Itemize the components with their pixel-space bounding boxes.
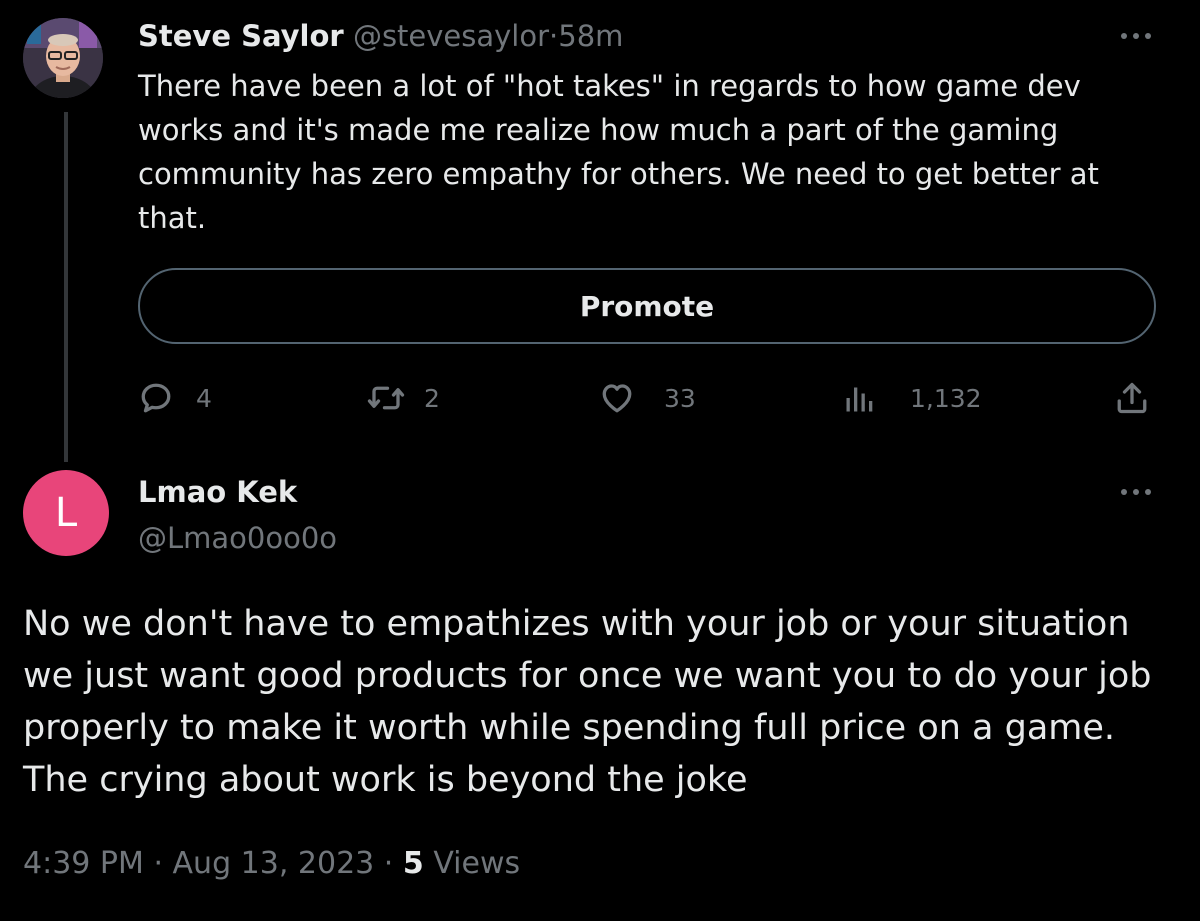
more-options-button[interactable] [1116,22,1156,50]
thread-connector-line [64,112,68,462]
like-count: 33 [664,383,696,413]
like-button[interactable]: 33 [598,376,696,420]
author-name[interactable]: Steve Saylor [138,19,344,53]
reply-button[interactable]: 4 [138,376,212,420]
share-icon [1117,382,1147,414]
tweet-body: There have been a lot of "hot takes" in … [138,69,1099,235]
retweet-button[interactable]: 2 [366,376,440,420]
more-horizontal-icon [1121,33,1151,39]
reply-views-label: Views [433,846,521,881]
reply-author-handle[interactable]: @Lmao0oo0o [138,518,337,558]
heart-icon [602,384,632,413]
tweet-header: Steve Saylor @stevesaylor·58m [138,16,623,56]
share-button[interactable] [1114,376,1150,420]
reply-author-name[interactable]: Lmao Kek [138,472,297,512]
reply-count: 4 [196,383,212,413]
retweet-icon [367,386,405,410]
tweet-timestamp[interactable]: 58m [558,19,623,53]
views-count: 1,132 [910,383,982,413]
avatar-lmao-kek[interactable]: L [23,470,109,556]
tweet-thread: Steve Saylor @stevesaylor·58m There have… [0,0,1200,921]
reply-metadata: 4:39 PM · Aug 13, 2023 · 5 Views [23,842,520,886]
avatar-steve-saylor[interactable] [23,18,103,98]
promote-button[interactable]: Promote [138,268,1156,344]
reply-date[interactable]: Aug 13, 2023 [173,846,375,881]
reply-icon [141,383,171,413]
reply-more-options-button[interactable] [1116,478,1156,506]
reply-time[interactable]: 4:39 PM [23,846,144,881]
meta-separator: · [383,846,394,881]
analytics-icon [846,387,873,412]
header-separator: · [549,19,559,53]
reply-views-count: 5 [402,846,424,881]
meta-separator: · [153,846,163,881]
author-handle[interactable]: @stevesaylor [353,19,549,53]
views-button[interactable]: 1,132 [842,376,982,420]
more-horizontal-icon [1121,489,1151,495]
retweet-count: 2 [424,383,440,413]
reply-body: No we don't have to empathizes with your… [23,604,1152,800]
